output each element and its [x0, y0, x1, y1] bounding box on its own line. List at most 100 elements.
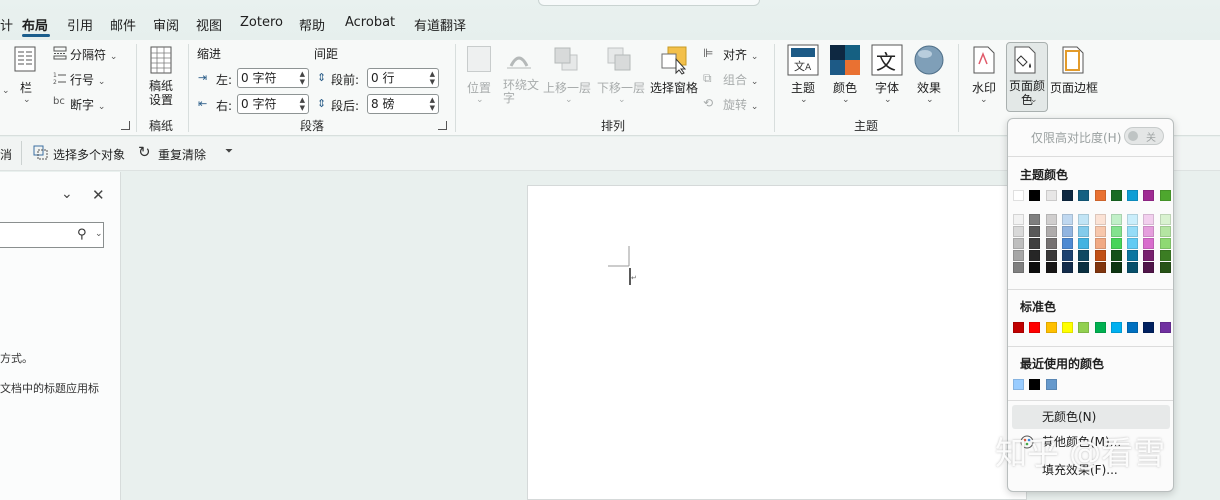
theme-shade-swatch[interactable]: [1143, 238, 1155, 249]
menu-tab-4[interactable]: 审阅: [153, 15, 179, 34]
standard-color-swatch[interactable]: [1029, 322, 1041, 333]
themes-icon[interactable]: 文A: [787, 44, 819, 76]
theme-shade-swatch[interactable]: [1094, 262, 1106, 273]
wrap-text-button[interactable]: 环绕文字: [503, 79, 539, 105]
document-page[interactable]: [527, 185, 1027, 500]
theme-shade-swatch[interactable]: [1029, 250, 1041, 261]
themes-caret-icon[interactable]: ⌄: [800, 95, 808, 105]
position-button[interactable]: 位置: [467, 79, 491, 96]
menu-tab-5[interactable]: 视图: [196, 15, 222, 34]
theme-shade-swatch[interactable]: [1078, 238, 1090, 249]
theme-shade-swatch[interactable]: [1127, 262, 1139, 273]
nav-close-icon[interactable]: ✕: [92, 186, 105, 204]
theme-shade-swatch[interactable]: [1127, 226, 1139, 237]
theme-shade-swatch[interactable]: [1094, 238, 1106, 249]
theme-shade-swatch[interactable]: [1110, 226, 1122, 237]
recent-color-swatch[interactable]: [1029, 379, 1041, 390]
theme-shade-swatch[interactable]: [1094, 226, 1106, 237]
theme-color-swatch[interactable]: [1159, 190, 1171, 201]
theme-shade-swatch[interactable]: [1110, 250, 1122, 261]
recent-color-swatch[interactable]: [1013, 379, 1024, 390]
theme-color-swatch[interactable]: [1143, 190, 1155, 201]
menu-tab-6[interactable]: Zotero: [240, 15, 283, 30]
selection-pane-icon[interactable]: [660, 45, 690, 75]
theme-shade-swatch[interactable]: [1045, 262, 1057, 273]
standard-color-swatch[interactable]: [1159, 322, 1171, 333]
standard-color-swatch[interactable]: [1013, 322, 1024, 333]
menu-tab-2[interactable]: 引用: [67, 15, 93, 34]
columns-caret-icon[interactable]: ⌄: [23, 95, 31, 105]
theme-shade-swatch[interactable]: [1143, 226, 1155, 237]
high-contrast-toggle[interactable]: 关: [1124, 127, 1164, 145]
theme-color-swatch[interactable]: [1029, 190, 1041, 201]
theme-color-swatch[interactable]: [1094, 190, 1106, 201]
theme-color-swatch[interactable]: [1061, 190, 1073, 201]
theme-shade-swatch[interactable]: [1045, 238, 1057, 249]
colors-caret-icon[interactable]: ⌄: [842, 95, 850, 105]
bring-forward-button[interactable]: 上移一层: [543, 79, 591, 96]
theme-shade-swatch[interactable]: [1094, 250, 1106, 261]
fonts-caret-icon[interactable]: ⌄: [884, 95, 892, 105]
theme-shade-swatch[interactable]: [1061, 226, 1073, 237]
theme-shade-swatch[interactable]: [1159, 262, 1171, 273]
theme-shade-swatch[interactable]: [1159, 226, 1171, 237]
recent-color-swatch[interactable]: [1045, 379, 1057, 390]
colors-button[interactable]: 颜色: [833, 79, 857, 96]
theme-shade-swatch[interactable]: [1078, 226, 1090, 237]
send-backward-button[interactable]: 下移一层: [597, 79, 645, 96]
theme-shade-swatch[interactable]: [1110, 262, 1122, 273]
line-numbers-button[interactable]: 行号 ⌄: [70, 71, 105, 88]
redo-clear-button[interactable]: 重复清除: [158, 146, 206, 163]
theme-shade-swatch[interactable]: [1159, 238, 1171, 249]
effects-button[interactable]: 效果: [917, 79, 941, 96]
qat-customize-icon[interactable]: ⏷: [225, 146, 233, 157]
effects-icon[interactable]: [913, 44, 945, 76]
standard-color-swatch[interactable]: [1078, 322, 1090, 333]
page-borders-button[interactable]: 页面边框: [1050, 79, 1098, 96]
standard-color-swatch[interactable]: [1110, 322, 1122, 333]
theme-shade-swatch[interactable]: [1061, 262, 1073, 273]
theme-shade-swatch[interactable]: [1013, 226, 1024, 237]
colors-icon[interactable]: [829, 44, 861, 76]
theme-shade-swatch[interactable]: [1078, 250, 1090, 261]
standard-color-swatch[interactable]: [1127, 322, 1139, 333]
watermark-button[interactable]: 水印: [972, 79, 996, 96]
spacing-before-input[interactable]: 0 行 ▲ ▼: [367, 68, 439, 88]
theme-color-swatch[interactable]: [1110, 190, 1122, 201]
page-setup-launcher-icon[interactable]: [121, 121, 130, 130]
theme-shade-swatch[interactable]: [1061, 250, 1073, 261]
theme-shade-swatch[interactable]: [1061, 214, 1073, 225]
menu-tab-0[interactable]: 计: [0, 15, 13, 34]
menu-tab-8[interactable]: Acrobat: [345, 15, 395, 30]
theme-shade-swatch[interactable]: [1045, 214, 1057, 225]
theme-shade-swatch[interactable]: [1029, 238, 1041, 249]
fonts-button[interactable]: 字体: [875, 79, 899, 96]
standard-color-swatch[interactable]: [1143, 322, 1155, 333]
theme-shade-swatch[interactable]: [1078, 262, 1090, 273]
theme-color-swatch[interactable]: [1127, 190, 1139, 201]
menu-tab-7[interactable]: 帮助: [299, 15, 325, 34]
theme-shade-swatch[interactable]: [1094, 214, 1106, 225]
page-borders-icon[interactable]: [1061, 46, 1085, 74]
no-color-item[interactable]: 无颜色(N): [1012, 405, 1170, 429]
columns-label[interactable]: 栏: [20, 79, 32, 96]
paragraph-launcher-icon[interactable]: [438, 121, 447, 130]
standard-color-swatch[interactable]: [1094, 322, 1106, 333]
nav-search-input[interactable]: [0, 222, 104, 248]
columns-icon[interactable]: [14, 46, 36, 72]
theme-shade-swatch[interactable]: [1061, 238, 1073, 249]
menu-tab-9[interactable]: 有道翻译: [414, 15, 466, 34]
breaks-button[interactable]: 分隔符 ⌄: [70, 46, 117, 63]
hyphenation-button[interactable]: 断字 ⌄: [70, 96, 105, 113]
theme-shade-swatch[interactable]: [1045, 250, 1057, 261]
theme-shade-swatch[interactable]: [1029, 262, 1041, 273]
menu-tab-3[interactable]: 邮件: [110, 15, 136, 34]
theme-shade-swatch[interactable]: [1159, 250, 1171, 261]
group-button[interactable]: 组合 ⌄: [723, 71, 758, 88]
watermark-icon[interactable]: [972, 46, 996, 74]
theme-shade-swatch[interactable]: [1127, 238, 1139, 249]
theme-color-swatch[interactable]: [1013, 190, 1024, 201]
theme-shade-swatch[interactable]: [1078, 214, 1090, 225]
spacing-after-input[interactable]: 8 磅 ▲ ▼: [367, 94, 439, 114]
theme-color-swatch[interactable]: [1078, 190, 1090, 201]
